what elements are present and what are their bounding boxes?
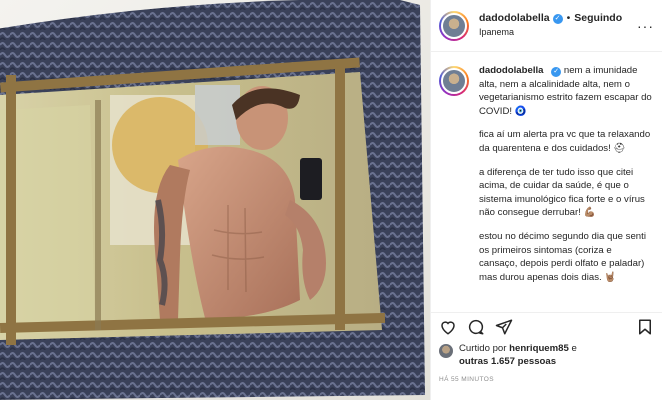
likes-count-link[interactable]: outras 1.657 pessoas	[459, 356, 556, 367]
caption-paragraph: a diferença de ter tudo isso que citei a…	[479, 166, 645, 219]
share-icon[interactable]	[495, 318, 513, 336]
caption-paragraph: fica aí um alerta pra vc que ta relaxand…	[479, 129, 651, 155]
post-location[interactable]: Ipanema	[479, 27, 622, 38]
likes-prefix: Curtido por	[459, 343, 510, 354]
caption-area: dadodolabella ✓ nem a imunidade alta, ne…	[431, 52, 662, 307]
post-side-panel: dadodolabella ✓ • Seguindo Ipanema ··· d…	[430, 0, 662, 400]
post-header: dadodolabella ✓ • Seguindo Ipanema ···	[431, 0, 662, 52]
separator-dot: •	[566, 12, 571, 25]
avatar-image	[441, 12, 467, 39]
caption-paragraph: estou no décimo segundo dia que senti os…	[479, 231, 646, 283]
caption-paragraph: dadodolabella ✓ nem a imunidade alta, ne…	[479, 64, 652, 118]
heart-icon[interactable]	[439, 318, 457, 336]
more-horizontal-icon[interactable]: ···	[637, 18, 654, 34]
post-timestamp[interactable]: HÁ 55 MINUTOS	[439, 376, 654, 383]
mirror-selfie-image	[0, 0, 430, 400]
following-button[interactable]: Seguindo	[574, 12, 622, 25]
post-username[interactable]: dadodolabella	[479, 12, 550, 25]
post-photo[interactable]	[0, 0, 430, 400]
caption-username[interactable]: dadodolabella	[479, 65, 544, 76]
header-row: dadodolabella ✓ • Seguindo	[479, 12, 622, 25]
liker-username[interactable]: henriquem85	[509, 343, 569, 354]
likes-middle: e	[568, 343, 577, 354]
comment-icon[interactable]	[467, 318, 485, 336]
action-icons-row	[439, 313, 654, 341]
caption-avatar-image	[441, 68, 467, 94]
header-text: dadodolabella ✓ • Seguindo Ipanema	[479, 12, 622, 38]
liker-avatar	[439, 344, 453, 358]
verified-badge-icon: ✓	[551, 66, 562, 77]
likes-summary: Curtido por henriquem85 e outras 1.657 p…	[439, 343, 654, 369]
caption-avatar[interactable]	[439, 66, 469, 96]
likes-text: Curtido por henriquem85 e outras 1.657 p…	[459, 343, 577, 369]
avatar[interactable]	[439, 10, 469, 41]
bookmark-icon[interactable]	[636, 318, 654, 336]
caption: dadodolabella ✓ nem a imunidade alta, ne…	[439, 64, 652, 295]
verified-badge-icon: ✓	[552, 13, 563, 24]
caption-text: dadodolabella ✓ nem a imunidade alta, ne…	[479, 64, 652, 295]
post-actions: Curtido por henriquem85 e outras 1.657 p…	[431, 312, 662, 383]
